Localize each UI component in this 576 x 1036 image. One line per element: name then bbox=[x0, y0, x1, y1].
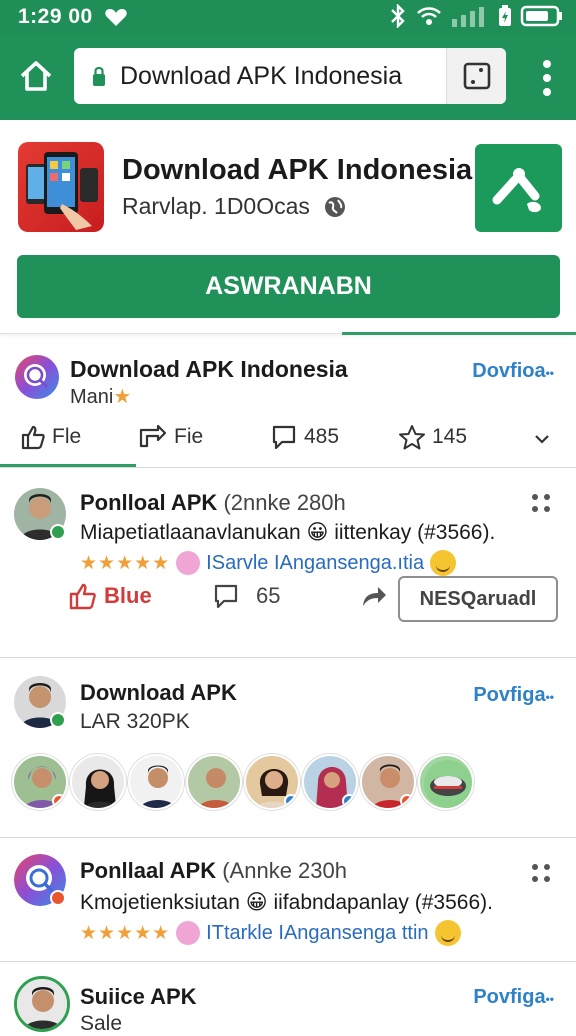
url-bar[interactable]: Download APK Indonesia bbox=[74, 48, 506, 104]
page-stats: Fle Fie 485 145 bbox=[0, 420, 576, 462]
download-button[interactable]: NESQaruadl bbox=[398, 576, 558, 622]
comment-icon bbox=[214, 584, 238, 609]
wifi-icon bbox=[416, 5, 442, 32]
browser-toolbar: Download APK Indonesia bbox=[0, 34, 576, 120]
stat-likes[interactable]: Fle bbox=[20, 424, 81, 450]
follower-avatar[interactable] bbox=[70, 754, 126, 810]
heart-icon bbox=[104, 6, 128, 33]
stat-comments[interactable]: 485 bbox=[270, 424, 339, 450]
like-button[interactable]: Blue bbox=[68, 582, 152, 610]
url-text: Download APK Indonesia bbox=[120, 62, 403, 90]
follow-link[interactable]: Povfiga•• bbox=[473, 684, 554, 707]
page-subtitle: Mani★ bbox=[70, 386, 132, 408]
globe-icon bbox=[324, 196, 345, 217]
app-subtitle-text: Rarvlap. 1D0Ocas bbox=[122, 193, 310, 219]
chevron-down-icon[interactable] bbox=[534, 432, 550, 450]
signal-icon bbox=[450, 5, 490, 32]
bluetooth-icon bbox=[388, 3, 408, 33]
thumb-up-icon bbox=[69, 583, 96, 610]
smile-emoji-icon bbox=[434, 920, 461, 946]
follower-avatar[interactable] bbox=[244, 754, 300, 810]
post-text: Kmojetienksiutan 😀 iifabndapanlay (#3566… bbox=[80, 891, 493, 914]
post-card: Ponlloal APK (2nnke 280h Miapetiatlaanav… bbox=[0, 468, 576, 658]
app-title: Download APK Indonesia bbox=[122, 154, 473, 186]
post-author[interactable]: Suiice APK bbox=[80, 984, 197, 1010]
post-card: Download APK LAR 320PK Povfiga•• bbox=[0, 658, 576, 838]
battery-icon bbox=[520, 5, 564, 32]
share-button[interactable] bbox=[360, 584, 388, 608]
follower-avatar[interactable] bbox=[186, 754, 242, 810]
follower-avatar[interactable] bbox=[302, 754, 358, 810]
follower-avatar[interactable] bbox=[360, 754, 416, 810]
share-icon bbox=[492, 168, 541, 213]
loading-progress-bar bbox=[342, 332, 576, 335]
share-app-button[interactable] bbox=[475, 144, 562, 232]
home-icon bbox=[20, 61, 52, 91]
post-subtitle: Sale bbox=[80, 1012, 123, 1035]
follow-link[interactable]: Dovfioa•• bbox=[472, 360, 554, 383]
page-logo[interactable] bbox=[14, 354, 60, 400]
thumb-up-icon bbox=[21, 425, 45, 450]
rating-label[interactable]: ITtarkle IAngansenga ttin bbox=[206, 922, 428, 945]
stat-rating[interactable]: 145 bbox=[398, 424, 467, 450]
status-time: 1:29 00 bbox=[18, 5, 93, 28]
app-badge-icon bbox=[176, 921, 201, 945]
install-button[interactable]: ASWRANABN bbox=[17, 255, 560, 318]
share-arrow-icon bbox=[139, 424, 167, 448]
post-author[interactable]: Ponlloal APK (2nnke 280h bbox=[80, 490, 346, 516]
follower-avatar[interactable] bbox=[128, 754, 184, 810]
post-subtitle: LAR 320PK bbox=[80, 710, 190, 733]
battery-saver-icon bbox=[498, 5, 512, 32]
rating-stars: ★★★★★ bbox=[80, 922, 171, 944]
page-header: Download APK Indonesia Mani★ Dovfioa•• F… bbox=[0, 346, 576, 468]
online-badge bbox=[50, 524, 66, 540]
post-actions: Blue 65 NESQaruadl bbox=[0, 568, 576, 628]
status-bar: 1:29 00 bbox=[0, 0, 576, 34]
lock-icon bbox=[93, 66, 105, 86]
tab-switcher-icon bbox=[463, 62, 491, 90]
star-icon bbox=[399, 425, 425, 450]
post-author[interactable]: Download APK bbox=[80, 680, 237, 706]
page-name[interactable]: Download APK Indonesia bbox=[70, 356, 348, 383]
follow-link[interactable]: Povfiga•• bbox=[473, 986, 554, 1009]
tab-switcher-button[interactable] bbox=[446, 48, 506, 104]
online-badge bbox=[50, 712, 66, 728]
app-icon bbox=[18, 142, 104, 232]
rating-row: ★★★★★ ITtarkle IAngansenga ttin bbox=[80, 920, 461, 946]
notification-badge bbox=[50, 890, 66, 906]
forward-arrow-icon bbox=[363, 587, 386, 606]
post-card: Suiice APK Sale Povfiga•• bbox=[0, 962, 576, 1035]
stat-shares[interactable]: Fie bbox=[138, 424, 203, 450]
overflow-menu-button[interactable] bbox=[540, 60, 554, 96]
post-options-button[interactable] bbox=[532, 494, 550, 512]
post-author[interactable]: Ponllaal APK (Annke 230h bbox=[80, 858, 347, 884]
chat-icon bbox=[272, 425, 296, 450]
home-button[interactable] bbox=[16, 56, 56, 96]
search-logo-icon bbox=[15, 355, 59, 399]
app-card: Download APK Indonesia Rarvlap. 1D0Ocas … bbox=[0, 120, 576, 335]
post-options-button[interactable] bbox=[532, 864, 550, 882]
follower-avatar[interactable] bbox=[12, 754, 68, 810]
post-card: Ponllaal APK (Annke 230h Kmojetienksiuta… bbox=[0, 838, 576, 962]
post-text: Miapetiatlaanavlanukan 😀 iittenkay (#356… bbox=[80, 521, 496, 544]
comment-button[interactable]: 65 bbox=[212, 582, 280, 610]
follower-avatar[interactable] bbox=[418, 754, 474, 810]
app-subtitle: Rarvlap. 1D0Ocas bbox=[122, 193, 346, 220]
